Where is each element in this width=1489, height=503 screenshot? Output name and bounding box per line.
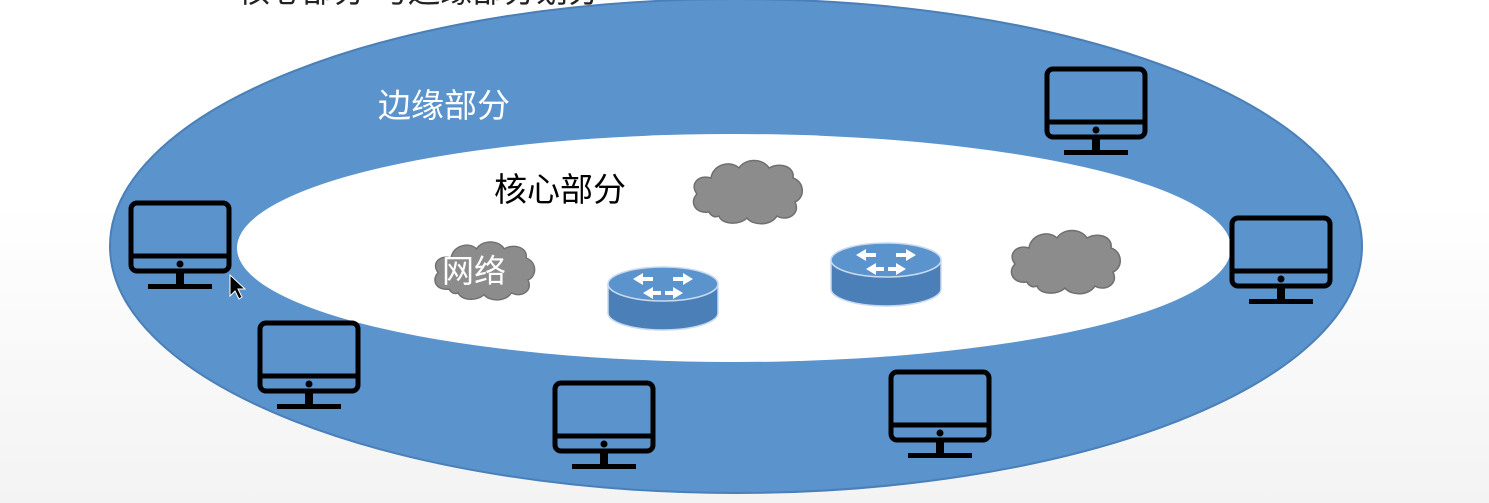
network-label: 网络	[442, 252, 506, 290]
slide-heading: 核心部分 与边缘部分划分	[238, 0, 600, 10]
edge-label: 边缘部分	[378, 86, 510, 125]
router-icon	[830, 242, 942, 307]
network-edge-core-diagram: 核心部分 与边缘部分划分 边缘部分 核心部分 网络	[109, 0, 1363, 494]
core-label: 核心部分	[494, 170, 626, 209]
router-icon	[607, 266, 719, 331]
